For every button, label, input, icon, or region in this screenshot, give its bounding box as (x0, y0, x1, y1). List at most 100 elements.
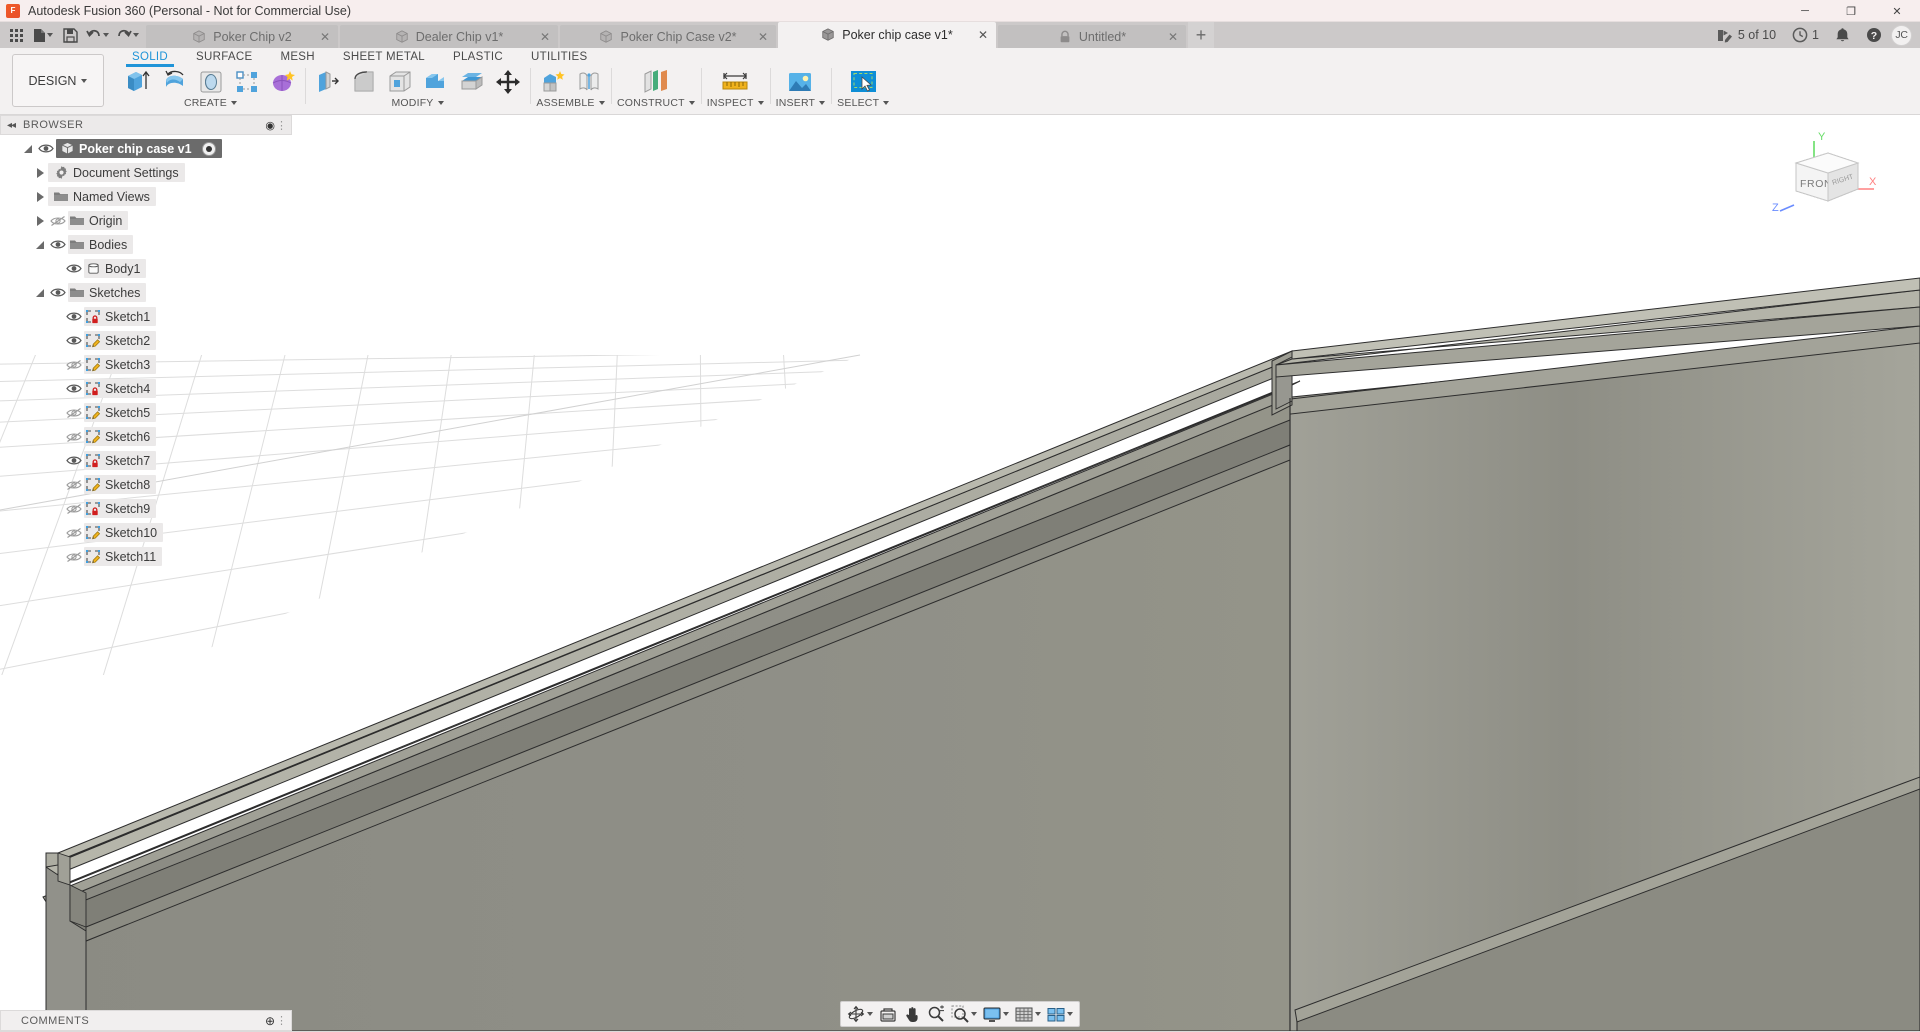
redo-button[interactable] (112, 24, 142, 46)
new-component-icon[interactable] (536, 66, 569, 97)
visibility-eye-off-icon[interactable] (64, 359, 84, 371)
shell-icon[interactable] (383, 66, 416, 97)
ribbon-panel-label[interactable]: MODIFY (391, 97, 444, 109)
visibility-eye-icon[interactable] (64, 311, 84, 322)
expander-closed-icon[interactable] (32, 215, 48, 226)
tree-item-origin[interactable]: Origin (0, 211, 300, 230)
ribbon-panel-label[interactable]: CREATE (184, 97, 237, 109)
jobs-indicator[interactable]: 1 (1785, 22, 1826, 48)
ribbon-tab-utilities[interactable]: UTILITIES (517, 48, 601, 65)
close-icon[interactable]: ✕ (320, 31, 330, 43)
viewports-button[interactable] (1044, 1002, 1076, 1026)
visibility-eye-icon[interactable] (36, 143, 56, 154)
visibility-eye-off-icon[interactable] (64, 431, 84, 443)
expander-open-icon[interactable] (32, 240, 48, 249)
visibility-eye-icon[interactable] (64, 383, 84, 394)
tree-item-sketch4[interactable]: Sketch4 (0, 379, 300, 398)
expander-open-icon[interactable] (32, 288, 48, 297)
grid-snaps-button[interactable] (1012, 1002, 1044, 1026)
visibility-eye-icon[interactable] (64, 335, 84, 346)
tree-item-sketch5[interactable]: Sketch5 (0, 403, 300, 422)
fillet-icon[interactable] (347, 66, 380, 97)
tree-item-sketch8[interactable]: Sketch8 (0, 475, 300, 494)
ribbon-panel-label[interactable]: INSERT (776, 97, 826, 109)
visibility-eye-off-icon[interactable] (64, 503, 84, 515)
tree-item-sketch1[interactable]: Sketch1 (0, 307, 300, 326)
ribbon-panel-label[interactable]: CONSTRUCT (617, 97, 695, 109)
collapse-left-icon[interactable]: ◂◂ (7, 120, 16, 131)
edits-indicator[interactable]: 5 of 10 (1710, 22, 1783, 48)
visibility-eye-icon[interactable] (48, 287, 68, 298)
ribbon-tab-sheet-metal[interactable]: SHEET METAL (329, 48, 439, 65)
panel-resize-grip[interactable]: ⋮ (276, 1014, 287, 1027)
display-settings-button[interactable] (980, 1002, 1012, 1026)
browser-options-button[interactable]: ◉ (265, 119, 275, 132)
ribbon-tab-solid[interactable]: SOLID (118, 48, 182, 67)
tree-item-sketch10[interactable]: Sketch10 (0, 523, 300, 542)
document-tab-poker-chip-v2[interactable]: Poker Chip v2 ✕ (146, 25, 338, 48)
maximize-button[interactable]: ❐ (1828, 0, 1874, 22)
expander-closed-icon[interactable] (32, 167, 48, 178)
press-pull-icon[interactable] (311, 66, 344, 97)
close-icon[interactable]: ✕ (1168, 31, 1178, 43)
comments-header[interactable]: COMMENTS ⊕ ⋮ (0, 1010, 292, 1031)
workspace-selector[interactable]: DESIGN (12, 54, 104, 107)
add-tab-button[interactable]: + (1188, 22, 1214, 48)
joint-icon[interactable] (572, 66, 605, 97)
undo-button[interactable] (82, 24, 112, 46)
close-icon[interactable]: ✕ (540, 31, 550, 43)
ribbon-panel-label[interactable]: ASSEMBLE (536, 97, 605, 109)
revolve-icon[interactable] (158, 66, 191, 97)
document-tab-dealer-chip-v1[interactable]: Dealer Chip v1* ✕ (340, 25, 558, 48)
tree-item-sketch6[interactable]: Sketch6 (0, 427, 300, 446)
visibility-eye-off-icon[interactable] (48, 215, 68, 227)
panel-resize-grip[interactable]: ⋮ (276, 119, 287, 132)
tree-item-sketches[interactable]: Sketches (0, 283, 300, 302)
move-copy-icon[interactable] (491, 66, 524, 97)
save-button[interactable] (58, 24, 82, 46)
close-button[interactable]: ✕ (1874, 0, 1920, 22)
tree-item-poker-chip-case-v1[interactable]: Poker chip case v1 (0, 139, 300, 158)
ribbon-panel-label[interactable]: SELECT (837, 97, 890, 109)
avatar[interactable]: JC (1891, 24, 1912, 46)
visibility-eye-off-icon[interactable] (64, 551, 84, 563)
tree-item-document-settings[interactable]: Document Settings (0, 163, 300, 182)
tree-item-sketch2[interactable]: Sketch2 (0, 331, 300, 350)
close-icon[interactable]: ✕ (978, 29, 988, 41)
orbit-button[interactable] (844, 1002, 876, 1026)
expander-closed-icon[interactable] (32, 191, 48, 202)
pattern-icon[interactable] (230, 66, 263, 97)
view-cube[interactable]: Y X Z FRONT RIGHT (1770, 127, 1880, 222)
add-comment-button[interactable]: ⊕ (265, 1014, 275, 1028)
visibility-eye-off-icon[interactable] (64, 407, 84, 419)
form-icon[interactable] (266, 66, 299, 97)
tree-item-sketch9[interactable]: Sketch9 (0, 499, 300, 518)
ribbon-panel-label[interactable]: INSPECT (707, 97, 764, 109)
select-icon[interactable] (845, 66, 882, 97)
visibility-eye-icon[interactable] (64, 455, 84, 466)
tree-item-sketch11[interactable]: Sketch11 (0, 547, 300, 566)
expander-open-icon[interactable] (20, 144, 36, 153)
document-tab-poker-chip-case-v2[interactable]: Poker Chip Case v2* ✕ (560, 25, 776, 48)
tree-item-bodies[interactable]: Bodies (0, 235, 300, 254)
visibility-eye-off-icon[interactable] (64, 479, 84, 491)
visibility-eye-icon[interactable] (64, 263, 84, 274)
notifications-button[interactable] (1828, 22, 1857, 48)
ribbon-tab-surface[interactable]: SURFACE (182, 48, 266, 65)
visibility-eye-off-icon[interactable] (64, 527, 84, 539)
insert-image-icon[interactable] (782, 66, 819, 97)
document-tab-poker-chip-case-v1[interactable]: Poker chip case v1* ✕ (778, 22, 996, 48)
pan-button[interactable] (900, 1002, 924, 1026)
tree-item-sketch7[interactable]: Sketch7 (0, 451, 300, 470)
help-button[interactable]: ? (1859, 22, 1889, 48)
tree-item-named-views[interactable]: Named Views (0, 187, 300, 206)
ribbon-tab-mesh[interactable]: MESH (266, 48, 328, 65)
ribbon-tab-plastic[interactable]: PLASTIC (439, 48, 517, 65)
offset-face-icon[interactable] (455, 66, 488, 97)
extrude-icon[interactable] (122, 66, 155, 97)
minimize-button[interactable]: ─ (1782, 0, 1828, 22)
sphere-icon[interactable] (194, 66, 227, 97)
zoom-window-button[interactable] (948, 1002, 980, 1026)
zoom-button[interactable] (924, 1002, 948, 1026)
measure-icon[interactable] (717, 66, 754, 97)
